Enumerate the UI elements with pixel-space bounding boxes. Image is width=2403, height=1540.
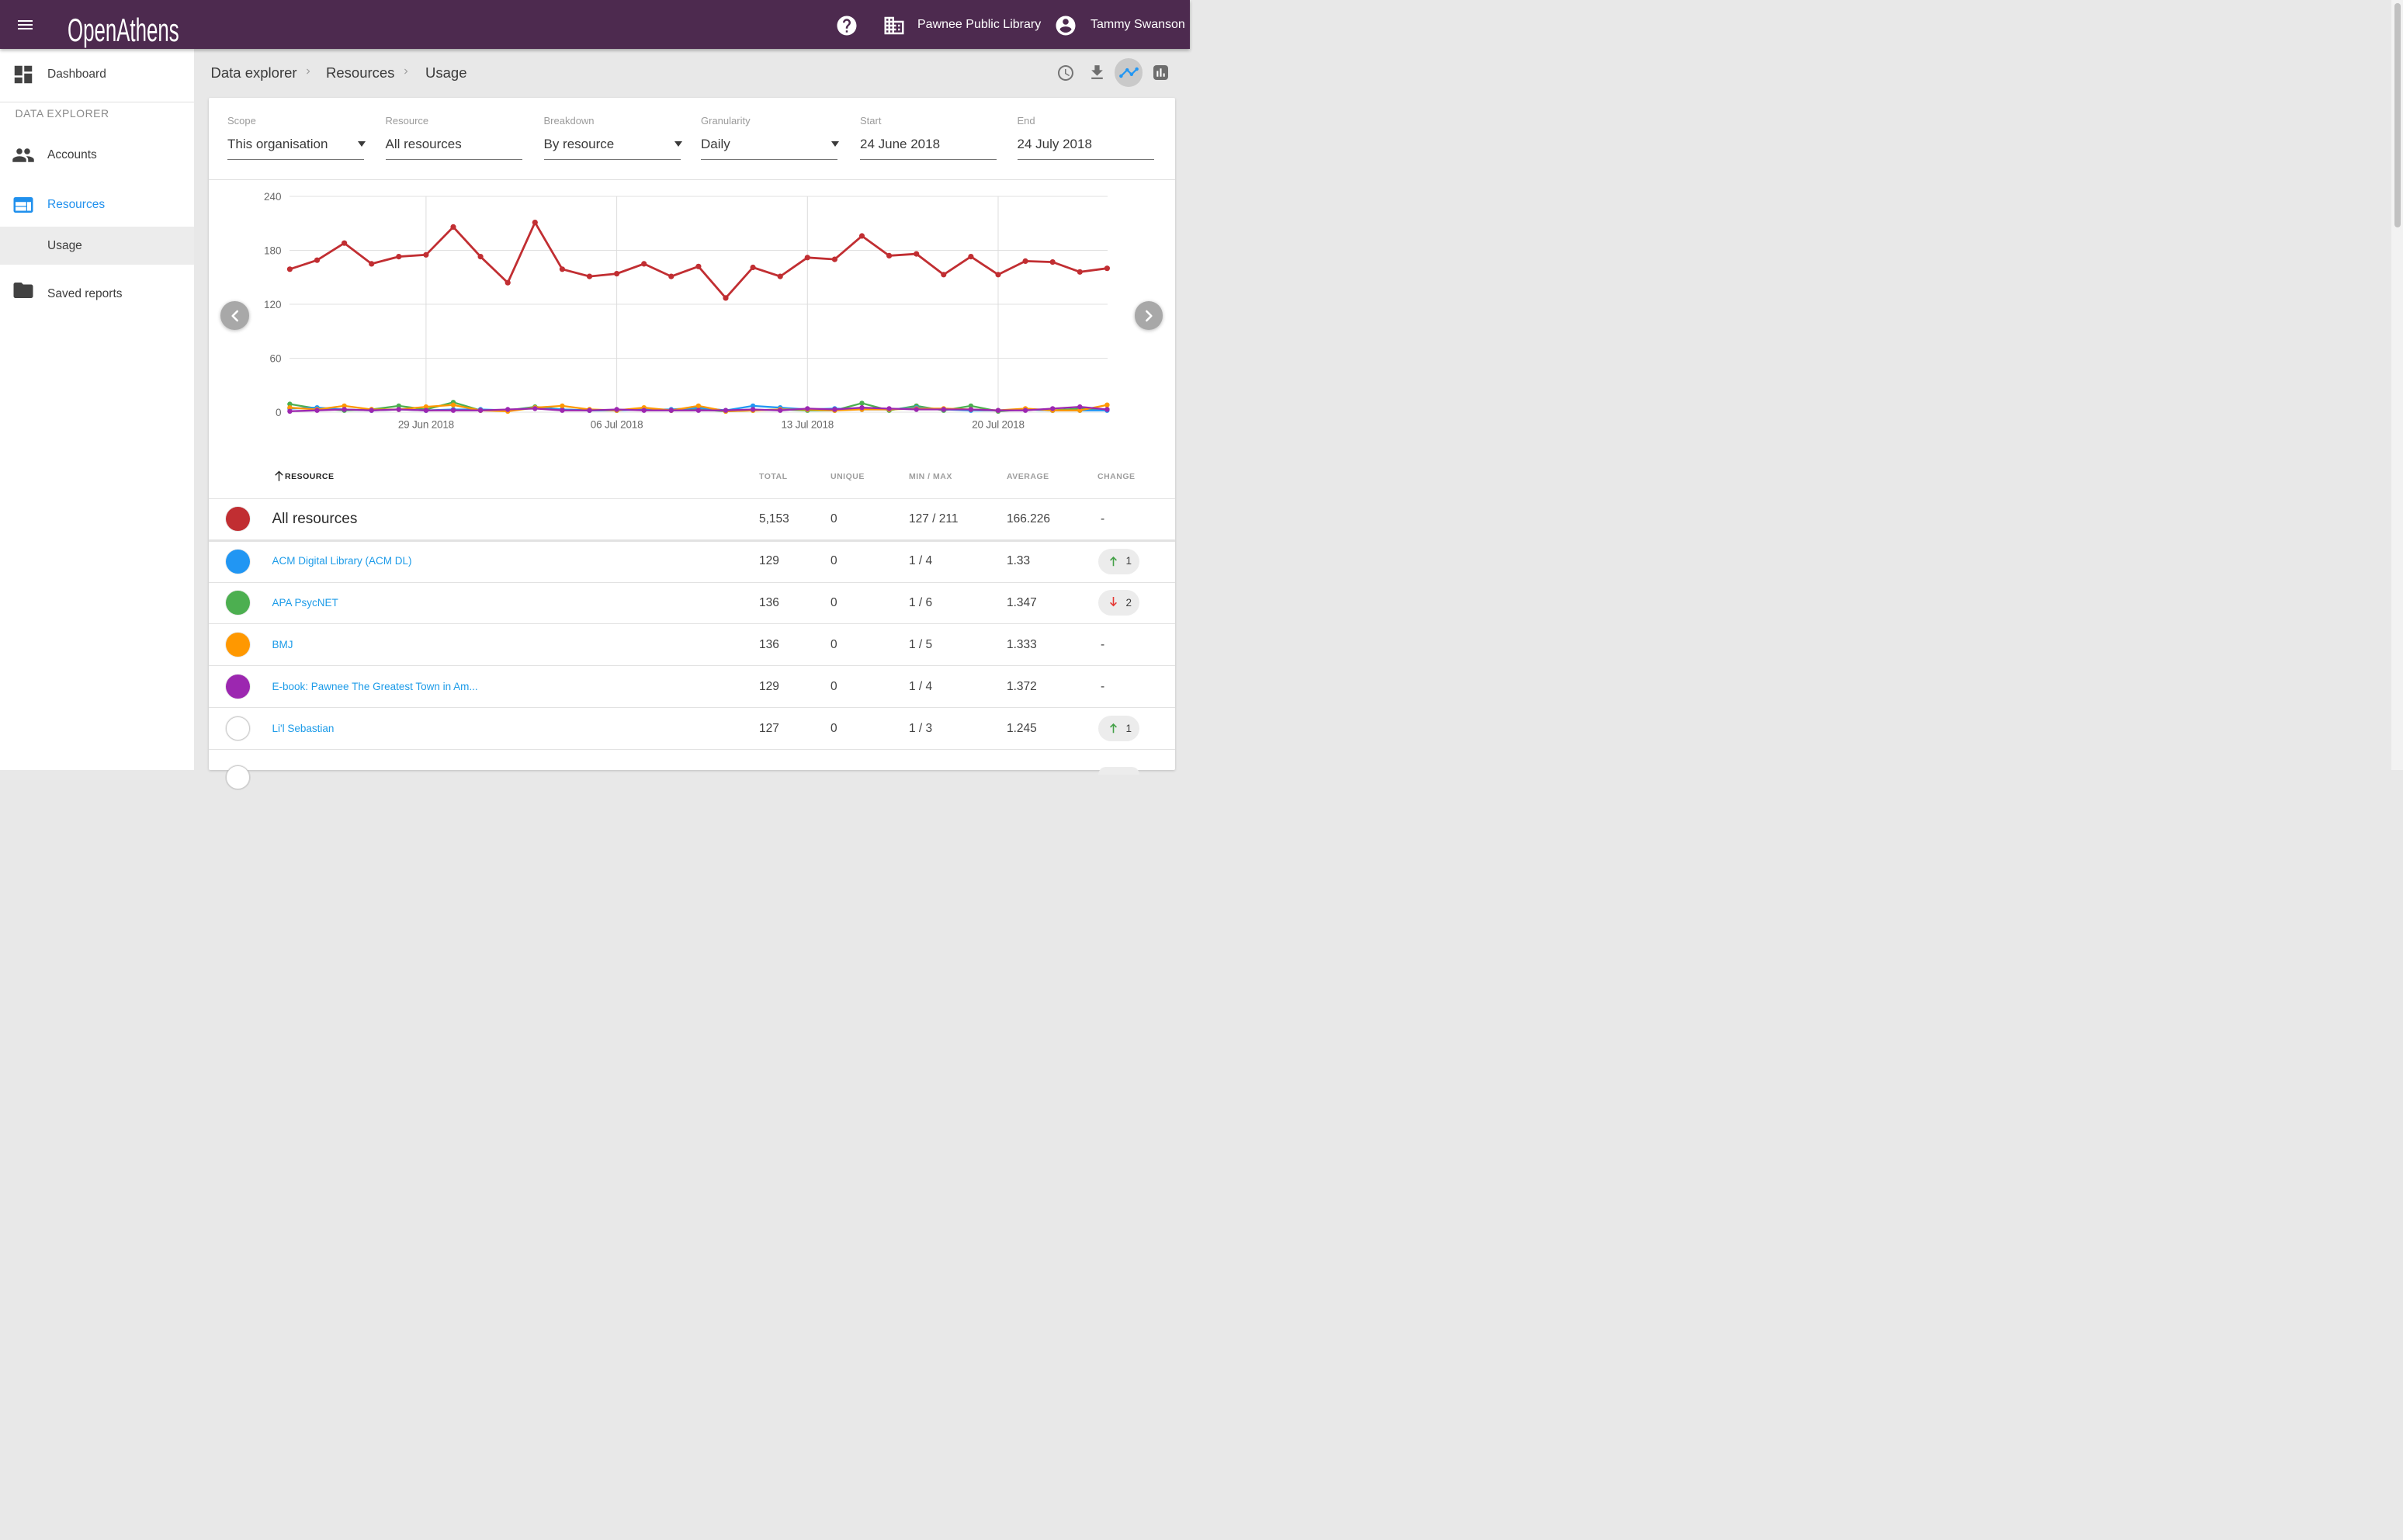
svg-text:60: 60 — [269, 352, 281, 364]
svg-text:120: 120 — [264, 299, 282, 310]
svg-text:20 Jul 2018: 20 Jul 2018 — [972, 419, 1025, 431]
svg-text:29 Jun 2018: 29 Jun 2018 — [398, 419, 454, 431]
svg-text:180: 180 — [264, 245, 282, 256]
svg-text:06 Jul 2018: 06 Jul 2018 — [591, 419, 643, 431]
svg-text:13 Jul 2018: 13 Jul 2018 — [781, 419, 834, 431]
svg-text:240: 240 — [264, 191, 282, 203]
svg-text:0: 0 — [276, 407, 282, 418]
